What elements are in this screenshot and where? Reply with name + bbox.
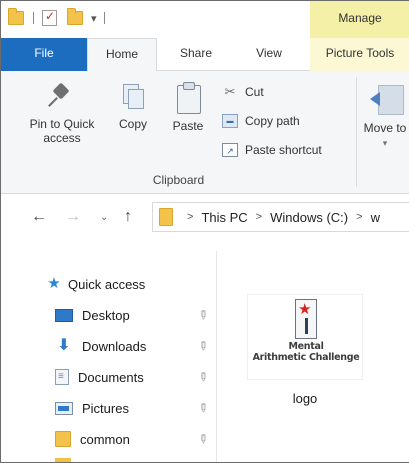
paste-shortcut-button[interactable]: ↗ Paste shortcut: [222, 141, 322, 159]
tab-home[interactable]: Home: [87, 38, 157, 72]
navigation-pane: ★ Quick access Desktop ✎ ⬇ Downloads ✎ D…: [1, 251, 217, 462]
breadcrumb-separator: >: [255, 211, 263, 223]
paste-shortcut-label: Paste shortcut: [245, 143, 322, 157]
back-arrow-icon[interactable]: ←: [31, 208, 47, 226]
folder-icon: [55, 431, 71, 447]
copy-button[interactable]: Copy: [111, 81, 155, 131]
file-name: logo: [292, 391, 318, 406]
copy-path-button[interactable]: ▬ Copy path: [222, 112, 300, 130]
desktop-icon: [55, 309, 73, 322]
nav-item-common[interactable]: common: [55, 428, 130, 450]
nav-item-label: Pictures: [82, 400, 129, 416]
breadcrumb-windows-c[interactable]: Windows (C:): [270, 210, 348, 225]
pin-to-quick-access-button[interactable]: Pin to Quick access: [19, 81, 105, 145]
nav-item-label: Desktop: [82, 307, 130, 323]
nav-quick-access[interactable]: ★ Quick access: [47, 273, 145, 295]
address-folder-icon: [159, 208, 173, 226]
nav-item-documents[interactable]: Documents: [55, 366, 144, 388]
pin-icon: [47, 81, 77, 111]
thumbnail-text: Mental Arithmetic Challenge: [248, 341, 364, 363]
move-to-icon: [368, 81, 404, 115]
pin-icon[interactable]: ✎: [195, 430, 212, 447]
pin-to-quick-access-label: Pin to Quick access: [29, 117, 95, 145]
logo-thumbnail: Mental Arithmetic Challenge: [247, 294, 363, 380]
pin-icon[interactable]: ✎: [195, 399, 212, 416]
pin-icon[interactable]: ✎: [195, 368, 212, 385]
clipboard-icon: [173, 81, 203, 114]
move-to-label: Move to: [363, 121, 407, 135]
tab-picture-tools[interactable]: Picture Tools: [310, 38, 409, 71]
paste-shortcut-icon: ↗: [222, 143, 238, 157]
nav-item-desktop[interactable]: Desktop: [55, 304, 130, 326]
ribbon-home-panel: Pin to Quick access Copy Paste ✂ Cut ▬ C…: [1, 71, 409, 194]
nav-item-label: Downloads: [82, 338, 147, 354]
pictures-icon: [55, 401, 73, 415]
file-list-area: Mental Arithmetic Challenge logo: [218, 251, 409, 462]
new-folder-icon[interactable]: [67, 8, 83, 26]
nav-item-pictures[interactable]: Pictures: [55, 397, 129, 419]
file-explorer-window: ▾ Manage File Home Share View Picture To…: [0, 0, 409, 463]
thumbnail-line-1: Mental: [288, 341, 324, 352]
ribbon-group-separator: [356, 77, 357, 187]
properties-icon[interactable]: [42, 9, 57, 26]
pin-icon[interactable]: ✎: [195, 337, 212, 354]
toolbar-separator: [104, 12, 105, 24]
toolbar-separator: [33, 12, 34, 24]
copy-path-icon: ▬: [222, 114, 238, 128]
cut-label: Cut: [245, 85, 264, 99]
forward-arrow-icon[interactable]: →: [65, 208, 81, 226]
nav-item-downloads[interactable]: ⬇ Downloads: [55, 335, 146, 357]
quick-access-star-icon: ★: [47, 275, 61, 292]
paste-label: Paste: [172, 119, 204, 133]
ribbon-tabs: File Home Share View Picture Tools: [1, 38, 409, 72]
scissors-icon: ✂: [224, 84, 236, 99]
breadcrumb-separator: >: [187, 211, 194, 223]
paste-button[interactable]: Paste: [164, 81, 212, 133]
tab-file[interactable]: File: [1, 38, 87, 71]
documents-icon: [55, 369, 69, 385]
pin-icon[interactable]: ✎: [195, 306, 212, 323]
copy-label: Copy: [118, 117, 147, 131]
file-item-logo[interactable]: Mental Arithmetic Challenge logo: [244, 294, 366, 406]
tab-share[interactable]: Share: [161, 38, 231, 71]
up-arrow-icon[interactable]: ↑: [124, 208, 132, 226]
thumbnail-line-2: Arithmetic Challenge: [252, 352, 360, 363]
move-to-dropdown-icon: ▾: [382, 138, 388, 148]
nav-item-label: Documents: [78, 369, 144, 385]
quick-access-label: Quick access: [68, 276, 146, 292]
copy-icon: [118, 81, 148, 111]
breadcrumb-this-pc[interactable]: This PC: [201, 210, 247, 225]
address-bar[interactable]: > This PC > Windows (C:) > w: [152, 202, 409, 232]
move-to-button[interactable]: Move to ▾: [363, 81, 407, 150]
navigation-bar: ← → ⌄ ↑ > This PC > Windows (C:) > w: [1, 194, 409, 242]
breadcrumb-separator: >: [356, 211, 363, 223]
breadcrumb-next[interactable]: w: [371, 210, 380, 225]
title-folder-icon: [8, 8, 24, 26]
clipboard-group-label: Clipboard: [152, 173, 205, 187]
folder-icon: [55, 458, 71, 462]
copy-path-label: Copy path: [245, 114, 300, 128]
nav-item-label: common: [80, 431, 130, 447]
cut-button[interactable]: ✂ Cut: [222, 83, 264, 101]
recent-locations-chevron-icon[interactable]: ⌄: [100, 212, 108, 223]
tab-view[interactable]: View: [239, 38, 299, 71]
star-emblem-icon: [295, 299, 317, 339]
customize-toolbar-dropdown-icon[interactable]: ▾: [91, 10, 97, 26]
downloads-icon: ⬇: [57, 337, 71, 354]
manage-context-tab[interactable]: Manage: [310, 1, 409, 38]
